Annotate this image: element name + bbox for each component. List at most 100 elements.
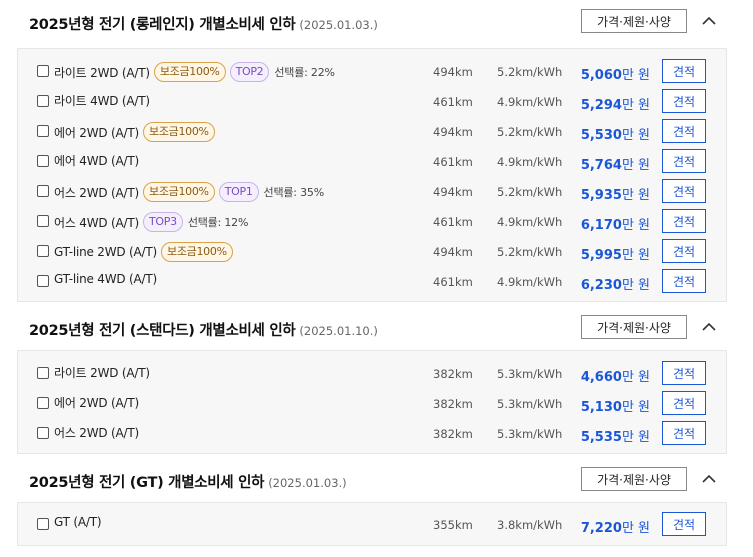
efficiency-value: 5.3km/kWh — [497, 427, 563, 441]
price-unit: 만 원 — [621, 68, 650, 83]
quote-button[interactable]: 견적 — [662, 269, 706, 293]
price-unit: 만 원 — [621, 128, 650, 143]
section-date: (2025.01.03.) — [268, 476, 347, 490]
chevron-up-icon[interactable] — [700, 318, 718, 336]
price-spec-button[interactable]: 가격·제원·사양 — [581, 467, 687, 491]
quote-button[interactable]: 견적 — [662, 119, 706, 143]
price-spec-button[interactable]: 가격·제원·사양 — [581, 315, 687, 339]
section-title-text: 2025년형 전기 (GT) 개별소비세 인하 — [29, 475, 265, 491]
trim-checkbox[interactable] — [37, 155, 49, 167]
selection-rate: 선택률: 12% — [187, 216, 249, 229]
efficiency-value: 5.2km/kWh — [497, 65, 563, 79]
quote-button[interactable]: 견적 — [662, 361, 706, 385]
trim-section-standard: 2025년형 전기 (스탠다드) 개별소비세 인하 (2025.01.10.) 가… — [0, 308, 753, 454]
price-spec-button[interactable]: 가격·제원·사양 — [581, 9, 687, 33]
section-date: (2025.01.10.) — [299, 324, 378, 338]
trim-checkbox[interactable] — [37, 125, 49, 137]
quote-button[interactable]: 견적 — [662, 209, 706, 233]
trim-list: GT (A/T) 355km 3.8km/kWh 7,220만 원 견적 — [17, 502, 727, 546]
price-number: 6,170 — [580, 218, 622, 233]
trim-checkbox[interactable] — [37, 367, 49, 379]
quote-button[interactable]: 견적 — [662, 421, 706, 445]
trim-checkbox[interactable] — [37, 397, 49, 409]
trim-name: 에어 4WD (A/T) — [54, 154, 139, 168]
quote-button[interactable]: 견적 — [662, 391, 706, 415]
trim-row: 에어 4WD (A/T) 461km 4.9km/kWh 5,764만 원 견적 — [18, 149, 726, 179]
trim-checkbox[interactable] — [37, 245, 49, 257]
range-value: 494km — [433, 245, 473, 259]
trim-checkbox[interactable] — [37, 95, 49, 107]
quote-button[interactable]: 견적 — [662, 179, 706, 203]
section-header: 2025년형 전기 (GT) 개별소비세 인하 (2025.01.03.) 가격·… — [0, 460, 753, 500]
trim-checkbox[interactable] — [37, 275, 49, 287]
price-value: 5,060만 원 — [581, 64, 650, 83]
subsidy-badge: 보조금100% — [153, 62, 226, 82]
price-value: 7,220만 원 — [581, 517, 650, 536]
trim-list: 라이트 2WD (A/T) 382km 5.3km/kWh 4,660만 원 견… — [17, 350, 727, 454]
range-value: 382km — [433, 397, 473, 411]
trim-name: 에어 2WD (A/T) — [54, 125, 139, 140]
trim-name: 어스 2WD (A/T) — [54, 426, 139, 440]
trim-checkbox[interactable] — [37, 65, 49, 77]
price-unit: 만 원 — [621, 370, 650, 385]
price-number: 5,130 — [580, 400, 622, 415]
price-number: 7,220 — [580, 521, 622, 536]
trim-name: GT (A/T) — [54, 515, 102, 529]
trim-name: 어스 2WD (A/T) — [54, 185, 139, 200]
range-value: 461km — [433, 275, 473, 289]
section-title-text: 2025년형 전기 (롱레인지) 개별소비세 인하 — [29, 17, 296, 33]
efficiency-value: 5.2km/kWh — [497, 185, 563, 199]
efficiency-value: 5.2km/kWh — [497, 125, 563, 139]
section-title-text: 2025년형 전기 (스탠다드) 개별소비세 인하 — [29, 323, 296, 339]
trim-list: 라이트 2WD (A/T) 보조금100% TOP2 선택률: 22% 494km 5… — [17, 48, 727, 302]
trim-name: 에어 2WD (A/T) — [54, 396, 139, 410]
price-unit: 만 원 — [621, 218, 650, 233]
price-unit: 만 원 — [621, 400, 650, 415]
efficiency-value: 5.3km/kWh — [497, 397, 563, 411]
efficiency-value: 5.2km/kWh — [497, 245, 563, 259]
trim-section-long-range: 2025년형 전기 (롱레인지) 개별소비세 인하 (2025.01.03.) 가… — [0, 2, 753, 302]
quote-button[interactable]: 견적 — [662, 149, 706, 173]
range-value: 382km — [433, 367, 473, 381]
section-header: 2025년형 전기 (롱레인지) 개별소비세 인하 (2025.01.03.) 가… — [0, 2, 753, 42]
trim-row: GT-line 2WD (A/T) 보조금100% 494km 5.2km/kWh… — [18, 239, 726, 269]
price-number: 5,995 — [580, 248, 622, 263]
quote-button[interactable]: 견적 — [662, 512, 706, 536]
range-value: 494km — [433, 125, 473, 139]
price-number: 5,935 — [580, 188, 622, 203]
price-value: 4,660만 원 — [581, 366, 650, 385]
trim-checkbox[interactable] — [37, 215, 49, 227]
price-unit: 만 원 — [621, 521, 650, 536]
trim-name: 라이트 2WD (A/T) — [54, 65, 150, 80]
top-rank-badge: TOP1 — [218, 182, 259, 202]
price-value: 5,535만 원 — [581, 426, 650, 445]
trim-checkbox[interactable] — [37, 427, 49, 439]
chevron-up-icon[interactable] — [700, 470, 718, 488]
quote-button[interactable]: 견적 — [662, 89, 706, 113]
price-value: 5,764만 원 — [581, 154, 650, 173]
section-title: 2025년형 전기 (GT) 개별소비세 인하 (2025.01.03.) — [29, 471, 347, 492]
range-value: 494km — [433, 185, 473, 199]
chevron-up-icon[interactable] — [700, 12, 718, 30]
trim-row: 어스 2WD (A/T) 보조금100% TOP1 선택률: 35% 494km 5.… — [18, 179, 726, 209]
trim-row: 라이트 4WD (A/T) 461km 4.9km/kWh 5,294만 원 견… — [18, 89, 726, 119]
trim-checkbox[interactable] — [37, 518, 49, 530]
trim-name: GT-line 4WD (A/T) — [54, 272, 158, 286]
efficiency-value: 5.3km/kWh — [497, 367, 563, 381]
trim-name: 라이트 2WD (A/T) — [54, 366, 150, 380]
selection-rate: 선택률: 35% — [263, 186, 325, 199]
subsidy-badge: 보조금100% — [161, 242, 233, 262]
price-value: 5,530만 원 — [581, 124, 650, 143]
trim-checkbox[interactable] — [37, 185, 49, 197]
section-title: 2025년형 전기 (스탠다드) 개별소비세 인하 (2025.01.10.) — [29, 319, 378, 340]
price-number: 5,060 — [580, 68, 622, 83]
price-unit: 만 원 — [621, 278, 650, 293]
trim-row: 에어 2WD (A/T) 382km 5.3km/kWh 5,130만 원 견적 — [18, 391, 726, 421]
trim-name: 어스 4WD (A/T) — [54, 215, 139, 230]
price-value: 5,995만 원 — [581, 244, 650, 263]
quote-button[interactable]: 견적 — [662, 59, 706, 83]
selection-rate: 선택률: 22% — [274, 66, 335, 79]
trim-row: 어스 2WD (A/T) 382km 5.3km/kWh 5,535만 원 견적 — [18, 421, 726, 451]
quote-button[interactable]: 견적 — [662, 239, 706, 263]
range-value: 461km — [433, 215, 473, 229]
